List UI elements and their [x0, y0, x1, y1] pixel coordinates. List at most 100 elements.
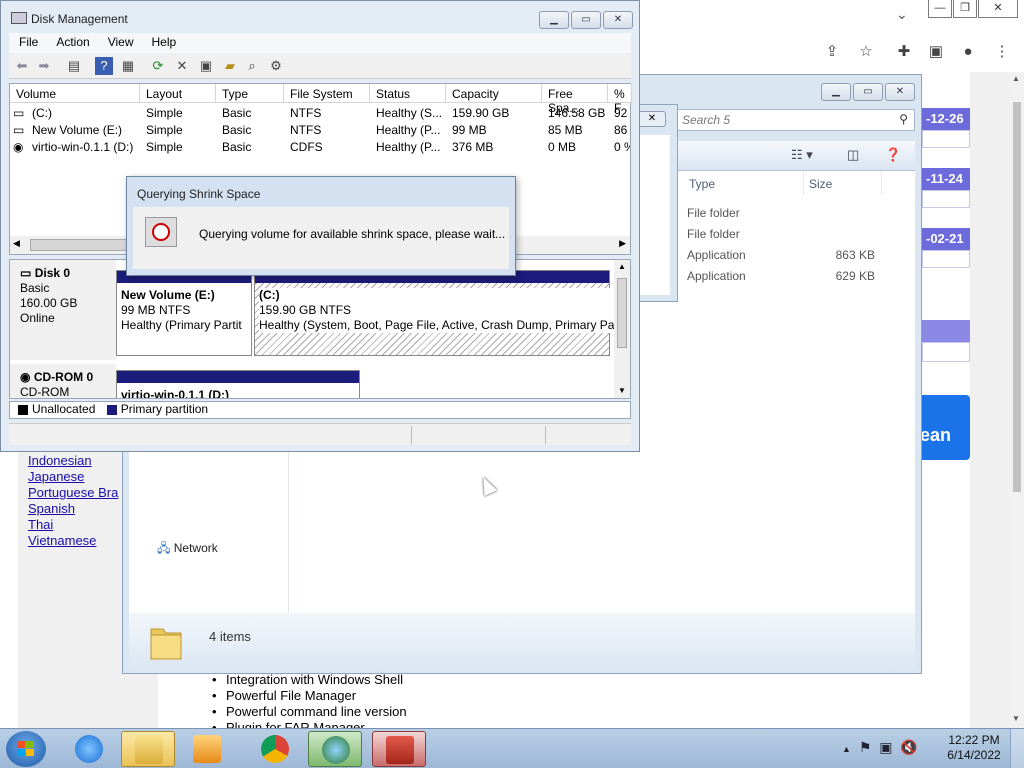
taskbar-internet-explorer[interactable]: [62, 731, 116, 767]
system-clock[interactable]: 12:22 PM 6/14/2022: [944, 733, 1004, 763]
help-icon[interactable]: ?: [95, 57, 113, 75]
preview-pane-icon[interactable]: ◫: [847, 147, 859, 163]
explorer-maximize-button[interactable]: ▭: [853, 83, 883, 101]
language-link-thai[interactable]: Thai: [28, 517, 53, 532]
column-header-type[interactable]: Type: [689, 177, 715, 191]
taskbar-media-player[interactable]: [180, 731, 234, 767]
status-separator: [411, 426, 412, 444]
hard-disk-icon: ▭: [20, 266, 32, 280]
close-icon[interactable]: ✕: [638, 111, 666, 127]
help-icon[interactable]: ❓: [885, 147, 901, 163]
menu-file[interactable]: File: [9, 33, 46, 49]
explorer-minimize-button[interactable]: ▁: [821, 83, 851, 101]
start-button[interactable]: [6, 731, 46, 767]
partition-c[interactable]: (C:) 159.90 GB NTFS Healthy (System, Boo…: [254, 270, 615, 356]
scroll-up-icon[interactable]: ▲: [618, 262, 626, 271]
scroll-right-icon[interactable]: ▶: [619, 238, 626, 249]
volume-muted-icon[interactable]: 🔇: [900, 739, 917, 755]
column-header-free-space[interactable]: Free Spa...: [542, 84, 608, 115]
taskbar-chrome[interactable]: [248, 731, 302, 767]
language-link-indonesian[interactable]: Indonesian: [28, 453, 92, 468]
disk0-label[interactable]: ▭ Disk 0 Basic 160.00 GB Online: [10, 260, 116, 360]
column-header-status[interactable]: Status: [370, 84, 446, 103]
action-center-flag-icon[interactable]: ⚑: [859, 739, 872, 755]
file-type[interactable]: File folder: [687, 227, 740, 241]
browser-close-button[interactable]: ✕: [978, 0, 1018, 18]
properties-pane-icon[interactable]: ▦: [119, 57, 137, 75]
column-header-volume[interactable]: Volume: [10, 84, 140, 103]
taskbar-computer-management[interactable]: [372, 731, 426, 767]
volume-name[interactable]: virtio-win-0.1.1 (D:): [32, 140, 133, 154]
scroll-down-icon[interactable]: ▼: [618, 386, 626, 395]
column-header-filesystem[interactable]: File System: [284, 84, 370, 103]
page-scrollbar[interactable]: ▲ ▼: [1010, 72, 1024, 728]
partition-d[interactable]: virtio-win-0.1.1 (D:): [116, 370, 360, 398]
scroll-up-icon[interactable]: ▲: [1012, 74, 1020, 83]
hscroll-thumb[interactable]: [30, 239, 130, 251]
release-date-tag: -02-21: [922, 228, 970, 250]
delete-icon[interactable]: ✕: [173, 57, 191, 75]
back-arrow-icon[interactable]: ⬅: [13, 57, 31, 75]
cdrom0-label[interactable]: ◉ CD-ROM 0 CD-ROM: [10, 364, 116, 398]
browser-minimize-button[interactable]: —: [928, 0, 952, 18]
extensions-icon[interactable]: ✚: [894, 42, 914, 62]
file-type[interactable]: Application: [687, 248, 746, 262]
refresh-icon[interactable]: ⟳: [149, 57, 167, 75]
explorer-close-button[interactable]: ✕: [885, 83, 915, 101]
close-button[interactable]: ✕: [603, 11, 633, 29]
scroll-down-icon[interactable]: ▼: [1012, 714, 1020, 723]
open-folder-icon[interactable]: ▰: [221, 57, 239, 75]
volume-layout: Simple: [146, 140, 183, 154]
vscroll-thumb[interactable]: [617, 278, 627, 348]
settings-icon[interactable]: ⚙: [267, 57, 285, 75]
column-header-type[interactable]: Type: [216, 84, 284, 103]
scroll-left-icon[interactable]: ◀: [13, 238, 20, 249]
column-header-percent-free[interactable]: % F: [608, 84, 632, 115]
share-icon[interactable]: ⇪: [822, 42, 842, 62]
menu-icon[interactable]: ⋮: [992, 42, 1012, 62]
network-icon[interactable]: ▣: [879, 739, 892, 755]
taskbar-download-manager[interactable]: [308, 731, 362, 767]
disk-management-titlebar[interactable]: Disk Management ▁ ▭ ✕: [1, 1, 639, 33]
language-link-japanese[interactable]: Japanese: [28, 469, 84, 484]
menu-action[interactable]: Action: [46, 33, 97, 49]
column-header-capacity[interactable]: Capacity: [446, 84, 542, 103]
maximize-button[interactable]: ▭: [571, 11, 601, 29]
menu-view[interactable]: View: [98, 33, 142, 49]
nav-item-network[interactable]: 🖧 Network: [157, 539, 218, 560]
properties-icon[interactable]: ▣: [197, 57, 215, 75]
view-options-icon[interactable]: ☷ ▾: [791, 147, 813, 163]
page-scroll-thumb[interactable]: [1013, 102, 1021, 492]
language-link-vietnamese[interactable]: Vietnamese: [28, 533, 96, 548]
console-tree-icon[interactable]: ▤: [65, 57, 83, 75]
show-desktop-button[interactable]: [1010, 729, 1024, 768]
tray-expand-icon[interactable]: ▲: [842, 744, 851, 754]
drive-icon: ▭: [13, 106, 25, 120]
search-icon[interactable]: ⌕: [243, 57, 261, 75]
minimize-button[interactable]: ▁: [539, 11, 569, 29]
language-link-portuguese[interactable]: Portuguese Bra: [28, 485, 118, 500]
file-type[interactable]: File folder: [687, 206, 740, 220]
volume-name[interactable]: (C:): [32, 106, 52, 120]
language-link-spanish[interactable]: Spanish: [28, 501, 75, 516]
search-icon[interactable]: ⚲: [899, 112, 908, 126]
explorer-search-input[interactable]: Search 5 ⚲: [675, 109, 915, 131]
column-header-size[interactable]: Size: [809, 177, 832, 191]
column-header-layout[interactable]: Layout: [140, 84, 216, 103]
graph-vscrollbar[interactable]: ▲ ▼: [614, 260, 630, 398]
volume-name[interactable]: New Volume (E:): [32, 123, 122, 137]
volume-type: Basic: [222, 106, 252, 120]
tab-search-chevron-icon[interactable]: ⌄: [896, 6, 908, 23]
star-icon[interactable]: ☆: [856, 42, 876, 62]
menu-help[interactable]: Help: [142, 33, 185, 49]
browser-restore-button[interactable]: ❐: [953, 0, 977, 18]
background-dialog-window[interactable]: ✕: [636, 104, 678, 302]
profile-icon[interactable]: ●: [958, 42, 978, 62]
querying-shrink-dialog[interactable]: Querying Shrink Space Querying volume fo…: [126, 176, 516, 276]
forward-arrow-icon[interactable]: ➡: [35, 57, 53, 75]
file-type[interactable]: Application: [687, 269, 746, 283]
release-date-tag: -11-24: [922, 168, 970, 190]
taskbar-file-explorer[interactable]: [121, 731, 175, 767]
partition-e[interactable]: New Volume (E:) 99 MB NTFS Healthy (Prim…: [116, 270, 252, 356]
sidebar-icon[interactable]: ▣: [926, 42, 946, 62]
